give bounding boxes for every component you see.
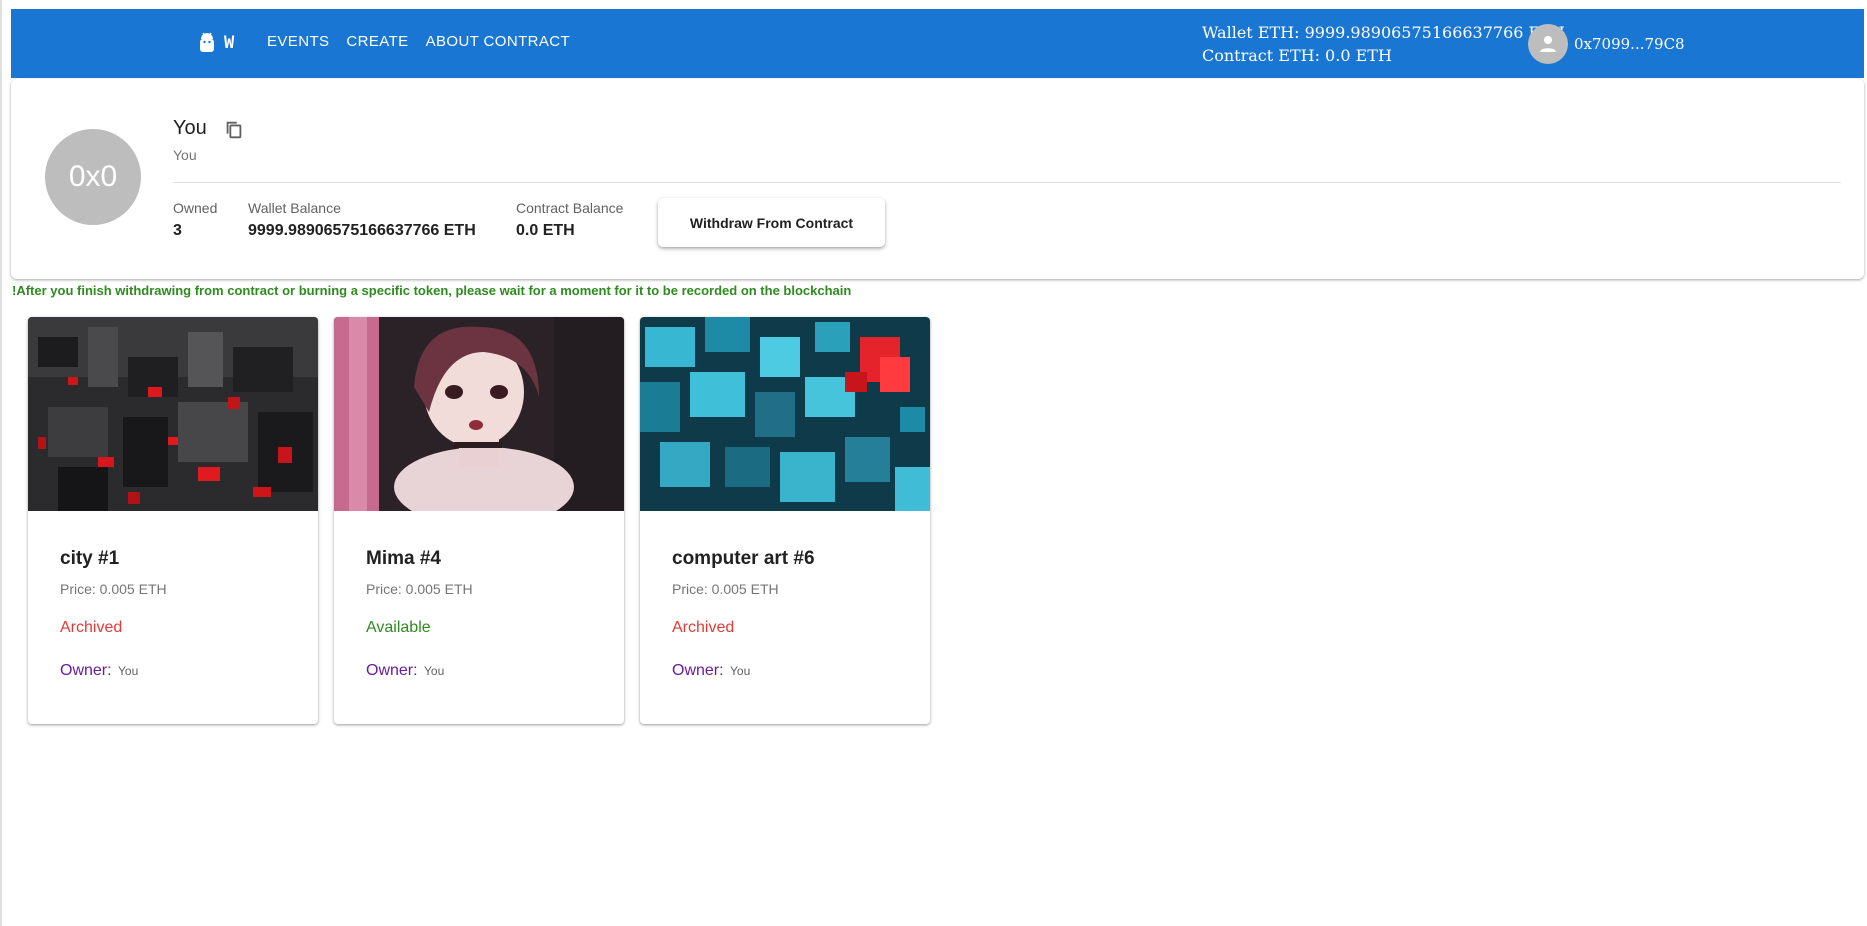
owner-label: Owner:	[60, 662, 112, 679]
stat-label: Contract Balance	[516, 200, 624, 216]
nav-events[interactable]: EVENTS	[267, 33, 329, 50]
nft-card[interactable]: city #1 Price: 0.005 ETH Archived Owner:…	[28, 317, 318, 724]
wallet-summary: Wallet ETH: 9999.98906575166637766 ETH C…	[1202, 21, 1565, 67]
nft-title: city #1	[60, 548, 120, 569]
stat-contract-balance: Contract Balance 0.0 ETH	[516, 200, 623, 240]
wallet-eth: Wallet ETH: 9999.98906575166637766 ETH	[1202, 23, 1565, 42]
nft-card[interactable]: computer art #6 Price: 0.005 ETH Archive…	[640, 317, 930, 724]
stat-owned: Owned 3	[173, 200, 217, 240]
profile-subtitle: You	[173, 147, 197, 163]
copy-icon[interactable]	[223, 119, 245, 141]
nft-title: Mima #4	[366, 548, 441, 569]
nft-owner: Owner: You	[366, 662, 444, 680]
owner-value: You	[118, 664, 139, 678]
owner-value: You	[424, 664, 445, 678]
profile-card: 0x0 You You Owned 3 Wallet Balance 9999.…	[11, 79, 1864, 279]
stat-value: 0.0 ETH	[516, 222, 575, 239]
withdraw-button[interactable]: Withdraw From Contract	[658, 198, 885, 247]
nft-owner: Owner: You	[60, 662, 138, 680]
nft-image	[640, 317, 930, 511]
stat-label: Wallet Balance	[248, 200, 341, 216]
owner-value: You	[730, 664, 751, 678]
blockchain-notice: !After you finish withdrawing from contr…	[12, 283, 852, 298]
nft-status: Archived	[60, 619, 123, 636]
nft-price: Price: 0.005 ETH	[366, 581, 473, 597]
nft-card[interactable]: Mima #4 Price: 0.005 ETH Available Owner…	[334, 317, 624, 724]
nft-status: Available	[366, 619, 431, 636]
account-avatar	[1528, 24, 1568, 64]
stat-value: 3	[173, 222, 182, 239]
brand[interactable]: W	[198, 31, 235, 55]
nav-about-contract[interactable]: ABOUT CONTRACT	[426, 33, 571, 50]
owner-label: Owner:	[672, 662, 724, 679]
profile-avatar: 0x0	[45, 129, 141, 225]
account-menu[interactable]: 0x7099...79C8	[1528, 24, 1685, 64]
profile-name: You	[173, 117, 207, 139]
nft-price: Price: 0.005 ETH	[672, 581, 779, 597]
top-app-bar: W EVENTS CREATE ABOUT CONTRACT Wallet ET…	[11, 9, 1864, 78]
nav-create[interactable]: CREATE	[346, 33, 408, 50]
brand-name: W	[224, 33, 236, 53]
stat-value: 9999.98906575166637766 ETH	[248, 222, 476, 239]
nft-status: Archived	[672, 619, 735, 636]
main-nav: EVENTS CREATE ABOUT CONTRACT	[267, 33, 570, 50]
nft-image	[28, 317, 318, 511]
android-icon	[200, 32, 214, 52]
account-address: 0x7099...79C8	[1574, 35, 1685, 53]
nft-owner: Owner: You	[672, 662, 750, 680]
person-icon	[1540, 36, 1556, 52]
contract-eth: Contract ETH: 0.0 ETH	[1202, 46, 1392, 65]
owner-label: Owner:	[366, 662, 418, 679]
nft-image	[334, 317, 624, 511]
nft-price: Price: 0.005 ETH	[60, 581, 167, 597]
nft-title: computer art #6	[672, 548, 815, 569]
stat-wallet-balance: Wallet Balance 9999.98906575166637766 ET…	[248, 200, 476, 240]
stat-label: Owned	[173, 200, 218, 216]
divider	[173, 182, 1841, 183]
